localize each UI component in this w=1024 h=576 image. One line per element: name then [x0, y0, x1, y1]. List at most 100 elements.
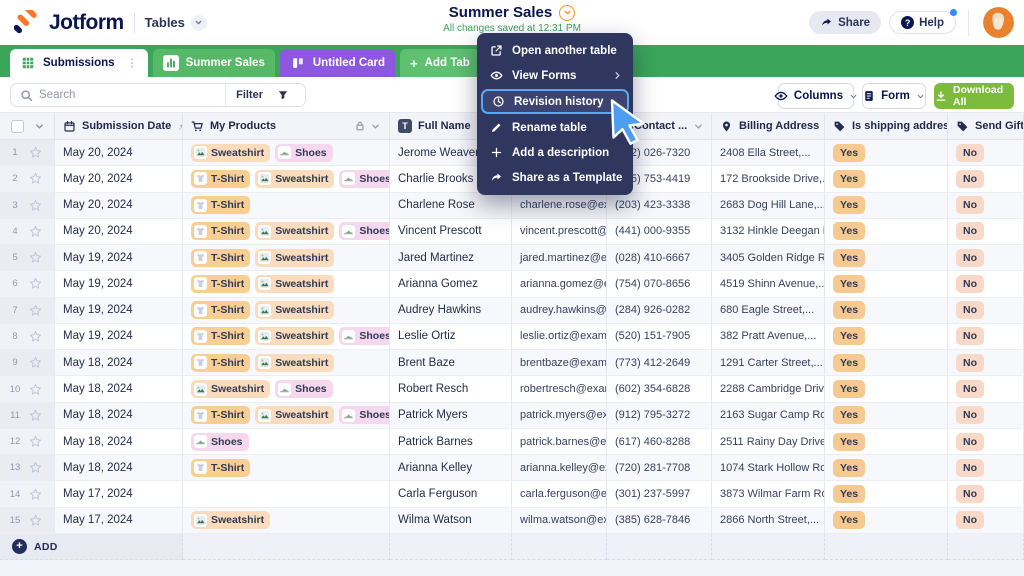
products-cell[interactable]: Shoes	[183, 429, 390, 455]
menu-item-rename-table[interactable]: Rename table	[477, 115, 633, 140]
product-chip-tshirt[interactable]: T-Shirt	[191, 249, 250, 267]
send-gift-cell[interactable]: No	[948, 350, 1024, 376]
kebab-icon[interactable]	[126, 57, 138, 69]
submission-date-cell[interactable]: May 20, 2024	[55, 219, 183, 245]
billing-address-cell[interactable]: 2408 Ella Street,...	[712, 140, 825, 166]
shipping-cell[interactable]: Yes	[825, 219, 948, 245]
products-cell[interactable]	[183, 481, 390, 507]
send-gift-cell[interactable]: No	[948, 376, 1024, 402]
product-chip-tshirt[interactable]: T-Shirt	[191, 196, 250, 214]
column-header-send-gift[interactable]: Send Gift?	[948, 113, 1024, 139]
billing-address-cell[interactable]: 3132 Hinkle Deegan La...	[712, 219, 825, 245]
shipping-cell[interactable]: Yes	[825, 403, 948, 429]
star-icon[interactable]	[29, 514, 42, 527]
billing-address-cell[interactable]: 4519 Shinn Avenue,...	[712, 271, 825, 297]
submission-date-cell[interactable]: May 19, 2024	[55, 298, 183, 324]
email-cell[interactable]: charlene.rose@example.c...	[512, 193, 607, 219]
share-button[interactable]: Share	[809, 11, 881, 34]
shipping-cell[interactable]: Yes	[825, 245, 948, 271]
full-name-cell[interactable]: Patrick Barnes	[390, 429, 512, 455]
product-chip-sweatshirt[interactable]: Sweatshirt	[255, 301, 334, 319]
star-icon[interactable]	[29, 488, 42, 501]
products-cell[interactable]: T-ShirtSweatshirt	[183, 350, 390, 376]
full-name-cell[interactable]: Robert Resch	[390, 376, 512, 402]
product-chip-tshirt[interactable]: T-Shirt	[191, 301, 250, 319]
jotform-logo-icon[interactable]	[14, 10, 39, 35]
products-cell[interactable]: T-ShirtSweatshirtShoes	[183, 403, 390, 429]
email-cell[interactable]: brentbaze@example.com	[512, 350, 607, 376]
submission-date-cell[interactable]: May 19, 2024	[55, 271, 183, 297]
send-gift-cell[interactable]: No	[948, 508, 1024, 534]
star-icon[interactable]	[29, 383, 42, 396]
email-cell[interactable]: wilma.watson@example.c...	[512, 508, 607, 534]
tab-untitled-card[interactable]: Untitled Card	[280, 49, 395, 77]
download-all-button[interactable]: Download All	[934, 83, 1014, 109]
star-icon[interactable]	[29, 435, 42, 448]
submission-date-cell[interactable]: May 19, 2024	[55, 245, 183, 271]
submission-date-cell[interactable]: May 18, 2024	[55, 376, 183, 402]
full-name-cell[interactable]: Vincent Prescott	[390, 219, 512, 245]
menu-item-add-a-description[interactable]: Add a description	[477, 140, 633, 165]
contact-cell[interactable]: (754) 070-8656	[607, 271, 712, 297]
full-name-cell[interactable]: Carla Ferguson	[390, 481, 512, 507]
contact-cell[interactable]: (284) 926-0282	[607, 298, 712, 324]
billing-address-cell[interactable]: 2511 Rainy Day Drive,...	[712, 429, 825, 455]
products-cell[interactable]: T-ShirtSweatshirtShoes	[183, 166, 390, 192]
product-chip-sweatshirt[interactable]: Sweatshirt	[255, 249, 334, 267]
column-header-is-shipping-addres[interactable]: Is shipping addres...	[825, 113, 948, 139]
product-chip-shoes[interactable]: Shoes	[191, 433, 249, 451]
columns-button[interactable]: Columns	[778, 83, 854, 109]
submission-date-cell[interactable]: May 19, 2024	[55, 324, 183, 350]
product-chip-shoes[interactable]: Shoes	[339, 170, 390, 188]
shipping-cell[interactable]: Yes	[825, 508, 948, 534]
billing-address-cell[interactable]: 172 Brookside Drive,...	[712, 166, 825, 192]
billing-address-cell[interactable]: 680 Eagle Street,...	[712, 298, 825, 324]
billing-address-cell[interactable]: 2288 Cambridge Drive,...	[712, 376, 825, 402]
products-cell[interactable]: T-ShirtSweatshirtShoes	[183, 219, 390, 245]
menu-item-share-as-a-template[interactable]: Share as a Template	[477, 165, 633, 190]
submission-date-cell[interactable]: May 18, 2024	[55, 429, 183, 455]
menu-item-view-forms[interactable]: View Forms	[477, 63, 633, 88]
billing-address-cell[interactable]: 3405 Golden Ridge Road,	[712, 245, 825, 271]
contact-cell[interactable]: (441) 000-9355	[607, 219, 712, 245]
product-chip-shoes[interactable]: Shoes	[339, 327, 390, 345]
contact-cell[interactable]: (912) 795-3272	[607, 403, 712, 429]
column-header-billing-address[interactable]: Billing Address	[712, 113, 825, 139]
product-chip-tshirt[interactable]: T-Shirt	[191, 275, 250, 293]
product-chip-sweatshirt[interactable]: Sweatshirt	[255, 327, 334, 345]
send-gift-cell[interactable]: No	[948, 193, 1024, 219]
shipping-cell[interactable]: Yes	[825, 140, 948, 166]
email-cell[interactable]: robertresch@example.com	[512, 376, 607, 402]
contact-cell[interactable]: (385) 628-7846	[607, 508, 712, 534]
shipping-cell[interactable]: Yes	[825, 376, 948, 402]
email-cell[interactable]: arianna.gomez@example....	[512, 271, 607, 297]
products-cell[interactable]: T-ShirtSweatshirt	[183, 271, 390, 297]
contact-cell[interactable]: (617) 460-8288	[607, 429, 712, 455]
full-name-cell[interactable]: Audrey Hawkins	[390, 298, 512, 324]
send-gift-cell[interactable]: No	[948, 271, 1024, 297]
product-chip-sweatshirt[interactable]: Sweatshirt	[255, 170, 334, 188]
shipping-cell[interactable]: Yes	[825, 166, 948, 192]
email-cell[interactable]: vincent.prescott@exampl...	[512, 219, 607, 245]
product-chip-shoes[interactable]: Shoes	[275, 144, 333, 162]
full-name-cell[interactable]: Arianna Kelley	[390, 455, 512, 481]
tables-dropdown[interactable]: Tables	[145, 15, 207, 31]
chevron-down-icon[interactable]	[693, 121, 704, 132]
star-icon[interactable]	[29, 356, 42, 369]
billing-address-cell[interactable]: 1074 Stark Hollow Road,...	[712, 455, 825, 481]
select-all-checkbox[interactable]	[11, 120, 24, 133]
contact-cell[interactable]: (602) 354-6828	[607, 376, 712, 402]
send-gift-cell[interactable]: No	[948, 403, 1024, 429]
product-chip-tshirt[interactable]: T-Shirt	[191, 222, 250, 240]
menu-item-revision-history[interactable]: Revision history	[481, 89, 629, 114]
send-gift-cell[interactable]: No	[948, 245, 1024, 271]
billing-address-cell[interactable]: 2683 Dog Hill Lane,...	[712, 193, 825, 219]
product-chip-tshirt[interactable]: T-Shirt	[191, 354, 250, 372]
star-icon[interactable]	[29, 461, 42, 474]
form-button[interactable]: Form	[862, 83, 926, 109]
shipping-cell[interactable]: Yes	[825, 271, 948, 297]
product-chip-shoes[interactable]: Shoes	[275, 380, 333, 398]
menu-item-open-another-table[interactable]: Open another table	[477, 38, 633, 63]
send-gift-cell[interactable]: No	[948, 140, 1024, 166]
shipping-cell[interactable]: Yes	[825, 298, 948, 324]
